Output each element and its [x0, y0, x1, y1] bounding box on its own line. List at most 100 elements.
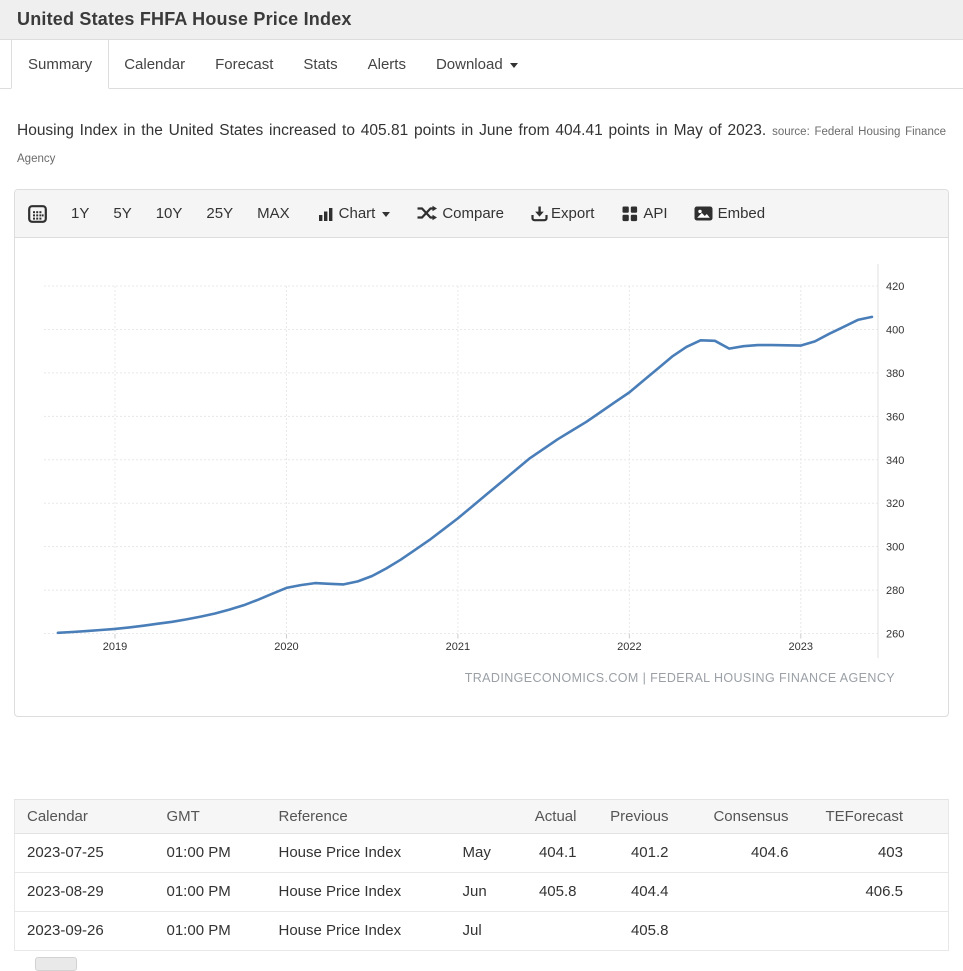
range-max-button[interactable]: MAX [257, 205, 290, 222]
x-axis-label: 2021 [446, 641, 470, 653]
summary-paragraph: Housing Index in the United States incre… [0, 105, 963, 172]
col-actual: Actual [503, 799, 585, 833]
cell-consensus: 404.6 [677, 833, 797, 872]
price-chart[interactable]: 260 280 300 320 340 360 380 400 420 2019 2020 2021 2… [15, 238, 948, 716]
calendar-table-section: Calendar GMT Reference Actual Previous C… [14, 799, 949, 971]
cell-previous: 401.2 [585, 833, 677, 872]
compare-label: Compare [442, 205, 504, 222]
range-1y-label: 1Y [71, 205, 89, 222]
cell-reference[interactable]: House Price Index [267, 911, 445, 950]
cell-consensus [677, 872, 797, 911]
cell-period: May [445, 833, 503, 872]
export-download-icon [531, 205, 548, 222]
compare-button[interactable]: Compare [416, 205, 504, 222]
col-period [445, 799, 503, 833]
y-axis-label: 400 [886, 324, 904, 336]
cell-date: 2023-09-26 [15, 911, 155, 950]
tab-alerts-label: Alerts [368, 56, 406, 73]
api-label: API [643, 205, 667, 222]
range-10y-label: 10Y [156, 205, 183, 222]
tab-bar: Summary Calendar Forecast Stats Alerts D… [0, 40, 963, 89]
tab-stats-label: Stats [303, 56, 337, 73]
calendar-icon [28, 204, 47, 223]
table-header-row: Calendar GMT Reference Actual Previous C… [15, 799, 949, 833]
tab-summary[interactable]: Summary [11, 40, 109, 89]
page-header: United States FHFA House Price Index [0, 0, 963, 40]
chart-type-button[interactable]: Chart [318, 205, 391, 222]
cell-teforecast: 403 [797, 833, 949, 872]
cell-date: 2023-08-29 [15, 872, 155, 911]
cell-consensus [677, 911, 797, 950]
col-gmt: GMT [155, 799, 267, 833]
y-axis-label: 280 [886, 585, 904, 597]
y-axis-label: 380 [886, 367, 904, 379]
cell-teforecast [797, 911, 949, 950]
tab-calendar[interactable]: Calendar [109, 40, 200, 88]
cell-previous: 405.8 [585, 911, 677, 950]
summary-text: Housing Index in the United States incre… [17, 122, 766, 139]
compare-shuffle-icon [416, 205, 437, 221]
range-25y-button[interactable]: 25Y [206, 205, 233, 222]
y-axis-label: 340 [886, 454, 904, 466]
col-reference: Reference [267, 799, 445, 833]
table-expander-button[interactable] [35, 957, 77, 971]
tab-forecast-label: Forecast [215, 56, 273, 73]
tab-stats[interactable]: Stats [288, 40, 352, 88]
range-1y-button[interactable]: 1Y [71, 205, 89, 222]
col-previous: Previous [585, 799, 677, 833]
cell-period: Jun [445, 872, 503, 911]
col-teforecast: TEForecast [797, 799, 949, 833]
tab-download-label: Download [436, 56, 503, 73]
calendar-table: Calendar GMT Reference Actual Previous C… [14, 799, 949, 951]
col-calendar: Calendar [15, 799, 155, 833]
cell-gmt: 01:00 PM [155, 911, 267, 950]
embed-button[interactable]: Embed [694, 205, 766, 222]
export-label: Export [551, 205, 594, 222]
range-25y-label: 25Y [206, 205, 233, 222]
y-axis-label: 300 [886, 541, 904, 553]
y-axis-label: 260 [886, 628, 904, 640]
table-row[interactable]: 2023-07-25 01:00 PM House Price Index Ma… [15, 833, 949, 872]
y-axis-label: 420 [886, 281, 904, 293]
x-axis-label: 2019 [103, 641, 127, 653]
chart-panel: 1Y 5Y 10Y 25Y MAX Chart [14, 189, 949, 717]
range-5y-label: 5Y [113, 205, 131, 222]
chart-area[interactable]: 260 280 300 320 340 360 380 400 420 2019 2020 2021 2… [15, 238, 948, 716]
export-button[interactable]: Export [531, 205, 594, 222]
range-max-label: MAX [257, 205, 290, 222]
cell-actual: 405.8 [503, 872, 585, 911]
chart-watermark: TRADINGECONOMICS.COM | FEDERAL HOUSING F… [465, 671, 896, 685]
tab-forecast[interactable]: Forecast [200, 40, 288, 88]
x-axis-label: 2023 [789, 641, 813, 653]
range-10y-button[interactable]: 10Y [156, 205, 183, 222]
api-button[interactable]: API [621, 205, 667, 222]
tab-calendar-label: Calendar [124, 56, 185, 73]
range-5y-button[interactable]: 5Y [113, 205, 131, 222]
cell-date: 2023-07-25 [15, 833, 155, 872]
table-row[interactable]: 2023-09-26 01:00 PM House Price Index Ju… [15, 911, 949, 950]
cell-teforecast: 406.5 [797, 872, 949, 911]
bar-chart-icon [318, 206, 334, 221]
tab-summary-label: Summary [28, 56, 92, 73]
tab-download[interactable]: Download [421, 40, 533, 88]
y-axis-label: 320 [886, 498, 904, 510]
cell-period: Jul [445, 911, 503, 950]
chart-toolbar: 1Y 5Y 10Y 25Y MAX Chart [15, 190, 948, 238]
cell-reference[interactable]: House Price Index [267, 872, 445, 911]
api-grid-icon [621, 205, 638, 222]
cell-gmt: 01:00 PM [155, 833, 267, 872]
col-consensus: Consensus [677, 799, 797, 833]
cell-reference[interactable]: House Price Index [267, 833, 445, 872]
table-row[interactable]: 2023-08-29 01:00 PM House Price Index Ju… [15, 872, 949, 911]
price-line[interactable] [58, 316, 872, 632]
embed-image-icon [694, 206, 713, 221]
y-axis-label: 360 [886, 411, 904, 423]
x-axis-label: 2020 [274, 641, 298, 653]
cell-gmt: 01:00 PM [155, 872, 267, 911]
calendar-range-button[interactable] [28, 204, 47, 223]
cell-previous: 404.4 [585, 872, 677, 911]
cell-actual [503, 911, 585, 950]
x-axis-label: 2022 [617, 641, 641, 653]
tab-alerts[interactable]: Alerts [353, 40, 421, 88]
chart-type-label: Chart [339, 205, 376, 222]
